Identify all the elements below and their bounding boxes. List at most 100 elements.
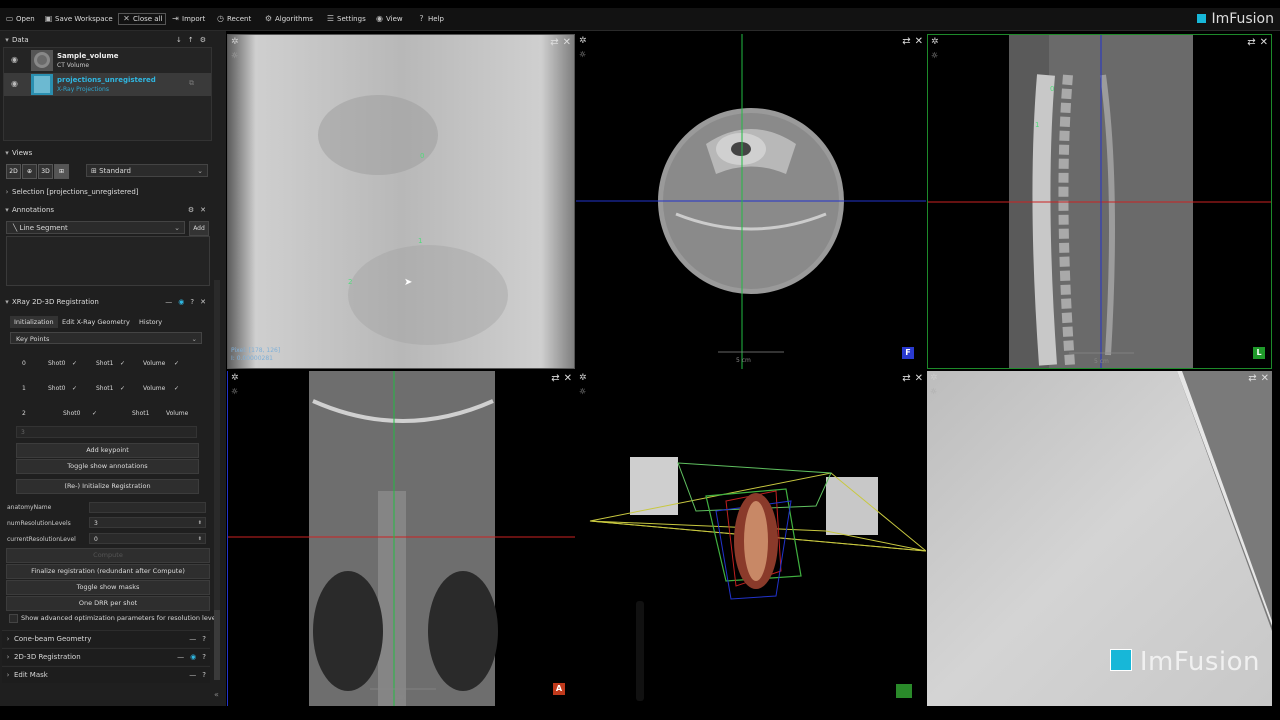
close-all-button[interactable]: ✕ Close all: [118, 8, 167, 30]
viewport-3d[interactable]: ✲ ☼ ⇄ ✕: [576, 371, 926, 706]
viewport-settings-icon[interactable]: ✲: [231, 37, 239, 47]
viewport-settings-icon[interactable]: ✲: [930, 373, 938, 383]
toggle-annotations-button[interactable]: Toggle show annotations: [16, 459, 199, 474]
keypoint-marker[interactable]: 1: [418, 237, 422, 245]
eye-icon[interactable]: ◉: [178, 298, 184, 306]
spinner-icon[interactable]: ⬍: [198, 534, 202, 545]
arrow-down-icon[interactable]: ↓: [176, 36, 182, 44]
check-icon[interactable]: ✓: [120, 360, 125, 367]
check-icon[interactable]: ✓: [72, 385, 77, 392]
algorithms-button[interactable]: ⚙ Algorithms: [264, 8, 313, 30]
selection-panel-header[interactable]: › Selection [projections_unregistered]: [2, 185, 210, 199]
recent-button[interactable]: ◷ Recent: [216, 8, 251, 30]
check-icon[interactable]: ✓: [72, 360, 77, 367]
swap-icon[interactable]: ⇄: [902, 36, 910, 47]
gear-icon[interactable]: ⚙: [200, 36, 206, 44]
view-layout-button[interactable]: ⊞: [54, 164, 69, 179]
add-annotation-button[interactable]: Add: [189, 221, 209, 236]
brightness-icon[interactable]: ☼: [931, 51, 938, 60]
reinit-registration-button[interactable]: (Re-) Initialize Registration: [16, 479, 199, 494]
cone-beam-panel-header[interactable]: › Cone-beam Geometry —?: [2, 630, 210, 647]
tab-history[interactable]: History: [135, 316, 166, 328]
keypoint-marker[interactable]: 1: [1035, 121, 1039, 129]
viewport-settings-icon[interactable]: ✲: [579, 36, 587, 46]
crosshair-off-icon[interactable]: ✕: [563, 37, 571, 48]
brightness-icon[interactable]: ☼: [579, 387, 586, 396]
check-icon[interactable]: ✓: [92, 410, 97, 417]
swap-icon[interactable]: ⇄: [551, 373, 559, 384]
viewport-settings-icon[interactable]: ✲: [931, 37, 939, 47]
help-icon[interactable]: ?: [202, 635, 206, 643]
swap-icon[interactable]: ⇄: [1247, 37, 1255, 48]
check-icon[interactable]: ✓: [120, 385, 125, 392]
view-2d-button[interactable]: 2D: [6, 164, 21, 179]
viewport-settings-icon[interactable]: ✲: [579, 373, 587, 383]
annotation-type-select[interactable]: ╲ Line Segment ⌄: [6, 221, 185, 234]
help-icon[interactable]: ?: [202, 653, 206, 661]
visibility-eye-icon[interactable]: ◉: [11, 79, 18, 88]
data-item-sample-volume[interactable]: ◉ Sample_volume CT Volume: [4, 49, 211, 72]
sidebar-scrollbar[interactable]: [214, 280, 220, 610]
swap-icon[interactable]: ⇄: [902, 373, 910, 384]
swap-icon[interactable]: ⇄: [1248, 373, 1256, 384]
check-icon[interactable]: ✓: [174, 385, 179, 392]
gear-icon[interactable]: ⚙: [188, 206, 194, 214]
layout-select[interactable]: ⊞ Standard ⌄: [86, 164, 208, 177]
brightness-icon[interactable]: ☼: [231, 387, 238, 396]
open-button[interactable]: ▭ Open: [5, 8, 35, 30]
brightness-icon[interactable]: ☼: [579, 50, 586, 59]
keypoint-marker[interactable]: 2: [348, 278, 352, 286]
brightness-icon[interactable]: ☼: [930, 387, 937, 396]
data-item-projections[interactable]: ◉ projections_unregistered X-Ray Project…: [4, 73, 211, 96]
minimize-icon[interactable]: —: [189, 671, 196, 679]
swap-icon[interactable]: ⇄: [550, 37, 558, 48]
visibility-eye-icon[interactable]: ◉: [11, 55, 18, 64]
tab-initialization[interactable]: Initialization: [10, 316, 58, 328]
viewport-coronal[interactable]: ✲ ☼ ⇄ ✕ 5 cm A: [227, 371, 575, 706]
tab-edit-xray-geometry[interactable]: Edit X-Ray Geometry: [58, 316, 134, 328]
add-keypoint-button[interactable]: Add keypoint: [16, 443, 199, 458]
edit-mask-panel-header[interactable]: › Edit Mask —?: [2, 666, 210, 683]
viewport-sagittal[interactable]: ✲ ☼ ⇄ ✕ 0 1 5 cm L: [927, 34, 1272, 369]
viewport-xray-top[interactable]: ✲ ☼ ⇄ ✕ 0 1 2 ➤ Pixel: [178, 126] I: 0.00…: [227, 34, 575, 369]
keypoint-input[interactable]: 3: [16, 426, 197, 438]
annotations-panel-header[interactable]: ▾ Annotations ⚙ ✕: [2, 203, 210, 217]
view-3d-button[interactable]: 3D: [38, 164, 53, 179]
crosshair-off-icon[interactable]: ✕: [1260, 37, 1268, 48]
settings-button[interactable]: ☰ Settings: [326, 8, 366, 30]
spinner-icon[interactable]: ⬍: [198, 518, 202, 529]
check-icon[interactable]: ✓: [174, 360, 179, 367]
crosshair-off-icon[interactable]: ✕: [1261, 373, 1269, 384]
current-resolution-level-field[interactable]: 0 ⬍: [89, 533, 206, 544]
minimize-icon[interactable]: —: [165, 298, 172, 306]
view-mpr-button[interactable]: ⊕: [22, 164, 37, 179]
viewport-settings-icon[interactable]: ✲: [231, 373, 239, 383]
crosshair-off-icon[interactable]: ✕: [564, 373, 572, 384]
viewport-axial[interactable]: ✲ ☼ ⇄ ✕ 5 cm F: [576, 34, 926, 369]
mode-select[interactable]: Key Points ⌄: [10, 332, 202, 344]
minimize-icon[interactable]: —: [177, 653, 184, 661]
eye-icon[interactable]: ◉: [190, 653, 196, 661]
keypoint-marker[interactable]: 0: [1050, 85, 1054, 93]
anatomy-name-field[interactable]: [89, 502, 206, 513]
minimize-icon[interactable]: —: [189, 635, 196, 643]
arrow-up-icon[interactable]: ↑: [188, 36, 194, 44]
registration-panel-header[interactable]: ▾ XRay 2D-3D Registration — ◉? ✕: [2, 295, 210, 309]
help-icon[interactable]: ?: [202, 671, 206, 679]
orientation-cube-icon[interactable]: [896, 684, 912, 698]
crosshair-off-icon[interactable]: ✕: [915, 373, 923, 384]
import-button[interactable]: ⇥ Import: [171, 8, 205, 30]
one-drr-button[interactable]: One DRR per shot: [6, 596, 210, 611]
registration-2d3d-panel-header[interactable]: › 2D-3D Registration — ◉?: [2, 648, 210, 665]
data-panel-header[interactable]: ▾ Data ↓ ↑ ⚙: [2, 33, 210, 47]
help-icon[interactable]: ?: [190, 298, 194, 306]
toggle-masks-button[interactable]: Toggle show masks: [6, 580, 210, 595]
brightness-icon[interactable]: ☼: [231, 51, 238, 60]
sidebar-scroll-thumb[interactable]: [214, 610, 220, 680]
close-icon[interactable]: ✕: [200, 298, 206, 306]
views-panel-header[interactable]: ▾ Views: [2, 146, 210, 160]
crosshair-off-icon[interactable]: ✕: [915, 36, 923, 47]
save-workspace-button[interactable]: ▣ Save Workspace: [44, 8, 113, 30]
keypoint-marker[interactable]: 0: [420, 152, 424, 160]
advanced-checkbox[interactable]: [9, 614, 18, 623]
